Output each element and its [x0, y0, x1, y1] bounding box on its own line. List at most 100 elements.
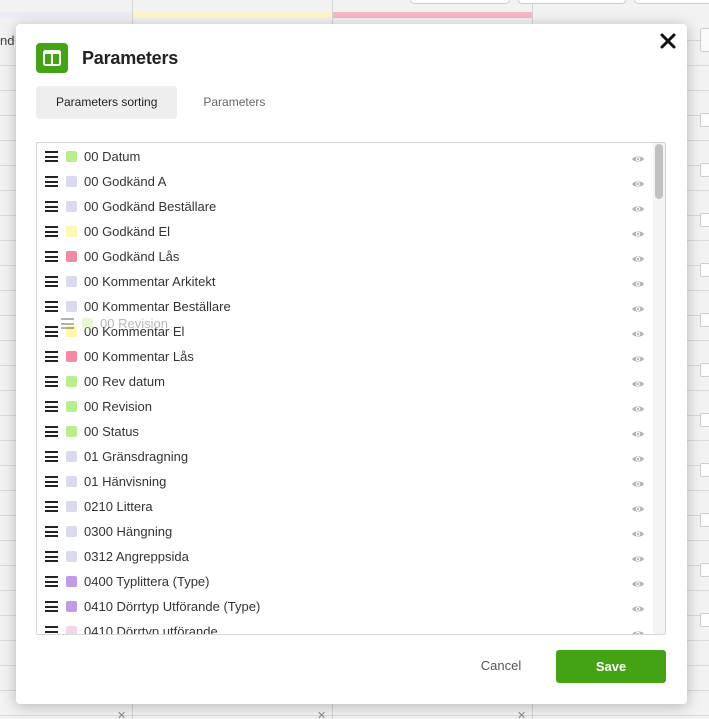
close-icon	[660, 33, 676, 49]
list-item-label: 0300 Hängning	[84, 524, 173, 539]
list-item[interactable]: 00 Revision	[37, 394, 653, 419]
color-swatch	[66, 501, 77, 512]
tab-parameters[interactable]: Parameters	[183, 86, 285, 119]
background-button	[634, 0, 709, 4]
eye-icon[interactable]	[631, 226, 645, 237]
list-item[interactable]: 00 Godkänd El	[37, 219, 653, 244]
list-item[interactable]: 0400 Typlittera (Type)	[37, 569, 653, 594]
list-item-label: 00 Godkänd Lås	[84, 249, 180, 264]
eye-icon[interactable]	[631, 401, 645, 412]
list-item[interactable]: 0410 Dörrtyp Utförande (Type)	[37, 594, 653, 619]
cancel-button[interactable]: Cancel	[471, 651, 531, 681]
list-item[interactable]: 00 Kommentar El	[37, 319, 653, 344]
list-item[interactable]: 0300 Hängning	[37, 519, 653, 544]
list-item[interactable]: 00 Godkänd A	[37, 169, 653, 194]
list-item[interactable]: 00 Kommentar Beställare	[37, 294, 653, 319]
drag-handle-icon[interactable]	[45, 476, 58, 487]
drag-handle-icon[interactable]	[45, 251, 58, 262]
list-item-label: 00 Godkänd El	[84, 224, 171, 239]
drag-handle-icon[interactable]	[45, 626, 58, 634]
list-item-label: 01 Hänvisning	[84, 474, 167, 489]
eye-icon[interactable]	[631, 376, 645, 387]
list-item-label: 0312 Angreppsida	[84, 549, 189, 564]
close-button[interactable]	[659, 32, 677, 50]
list-item[interactable]: 0312 Angreppsida	[37, 544, 653, 569]
drag-handle-icon[interactable]	[45, 426, 58, 437]
eye-icon[interactable]	[631, 201, 645, 212]
list-item-label: 0400 Typlittera (Type)	[84, 574, 210, 589]
list-item[interactable]: 01 Hänvisning	[37, 469, 653, 494]
eye-icon[interactable]	[631, 426, 645, 437]
eye-icon[interactable]	[631, 351, 645, 362]
eye-icon[interactable]	[631, 176, 645, 187]
parameter-list[interactable]: 00 Datum 00 Godkänd A 00 Godkänd Beställar…	[36, 142, 666, 635]
scrollbar-thumb[interactable]	[655, 144, 663, 199]
eye-icon[interactable]	[631, 626, 645, 634]
eye-icon[interactable]	[631, 276, 645, 287]
drag-handle-icon[interactable]	[45, 201, 58, 212]
drag-handle-icon[interactable]	[45, 576, 58, 587]
list-item[interactable]: 00 Kommentar Arkitekt	[37, 269, 653, 294]
drag-handle-icon[interactable]	[45, 276, 58, 287]
eye-icon[interactable]	[631, 476, 645, 487]
color-swatch	[66, 226, 77, 237]
list-item[interactable]: 00 Status	[37, 419, 653, 444]
drag-handle-icon[interactable]	[45, 326, 58, 337]
list-item[interactable]: 00 Godkänd Lås	[37, 244, 653, 269]
list-item[interactable]: 00 Kommentar Lås	[37, 344, 653, 369]
list-item-label: 00 Godkänd Beställare	[84, 199, 217, 214]
list-item[interactable]: 0210 Littera	[37, 494, 653, 519]
background-button	[518, 0, 626, 4]
eye-icon[interactable]	[631, 251, 645, 262]
eye-icon[interactable]	[631, 501, 645, 512]
drag-handle-icon[interactable]	[45, 151, 58, 162]
color-swatch	[66, 551, 77, 562]
drag-handle-icon[interactable]	[45, 351, 58, 362]
list-item-label: 00 Rev datum	[84, 374, 165, 389]
list-item[interactable]: 0410 Dörrtyp utförande	[37, 619, 653, 634]
list-item[interactable]: 00 Godkänd Beställare	[37, 194, 653, 219]
drag-handle-icon[interactable]	[45, 551, 58, 562]
list-item-label: 00 Revision	[84, 399, 152, 414]
color-swatch	[66, 276, 77, 287]
dialog-title: Parameters	[82, 47, 179, 68]
drag-handle-icon[interactable]	[45, 226, 58, 237]
drag-handle-icon[interactable]	[45, 526, 58, 537]
list-item[interactable]: 00 Datum	[37, 144, 653, 169]
color-swatch	[66, 201, 77, 212]
color-swatch	[66, 301, 77, 312]
color-swatch	[66, 476, 77, 487]
list-item[interactable]: 00 Rev datum	[37, 369, 653, 394]
background-column-band	[133, 12, 332, 18]
parameter-rows: 00 Datum 00 Godkänd A 00 Godkänd Beställar…	[37, 144, 653, 634]
list-scrollbar[interactable]	[653, 143, 665, 634]
eye-icon[interactable]	[631, 151, 645, 162]
list-item[interactable]: 01 Gränsdragning	[37, 444, 653, 469]
color-swatch	[66, 451, 77, 462]
eye-icon[interactable]	[631, 326, 645, 337]
background-cell-control	[700, 563, 709, 577]
eye-icon[interactable]	[631, 451, 645, 462]
background-cell-control	[700, 513, 709, 527]
drag-handle-icon[interactable]	[45, 451, 58, 462]
background-cell-control	[700, 113, 709, 127]
drag-handle-icon[interactable]	[45, 601, 58, 612]
save-button[interactable]: Save	[556, 650, 666, 683]
background-cell-control	[700, 213, 709, 227]
background-cell-control	[700, 363, 709, 377]
color-swatch	[66, 151, 77, 162]
background-cell-control	[700, 463, 709, 477]
tab-parameters-sorting[interactable]: Parameters sorting	[36, 86, 178, 119]
eye-icon[interactable]	[631, 601, 645, 612]
eye-icon[interactable]	[631, 576, 645, 587]
list-item-label: 00 Status	[84, 424, 139, 439]
drag-handle-icon[interactable]	[45, 301, 58, 312]
drag-handle-icon[interactable]	[45, 376, 58, 387]
close-icon: ✕	[117, 710, 127, 719]
drag-handle-icon[interactable]	[45, 176, 58, 187]
drag-handle-icon[interactable]	[45, 501, 58, 512]
eye-icon[interactable]	[631, 526, 645, 537]
eye-icon[interactable]	[631, 551, 645, 562]
eye-icon[interactable]	[631, 301, 645, 312]
drag-handle-icon[interactable]	[45, 401, 58, 412]
